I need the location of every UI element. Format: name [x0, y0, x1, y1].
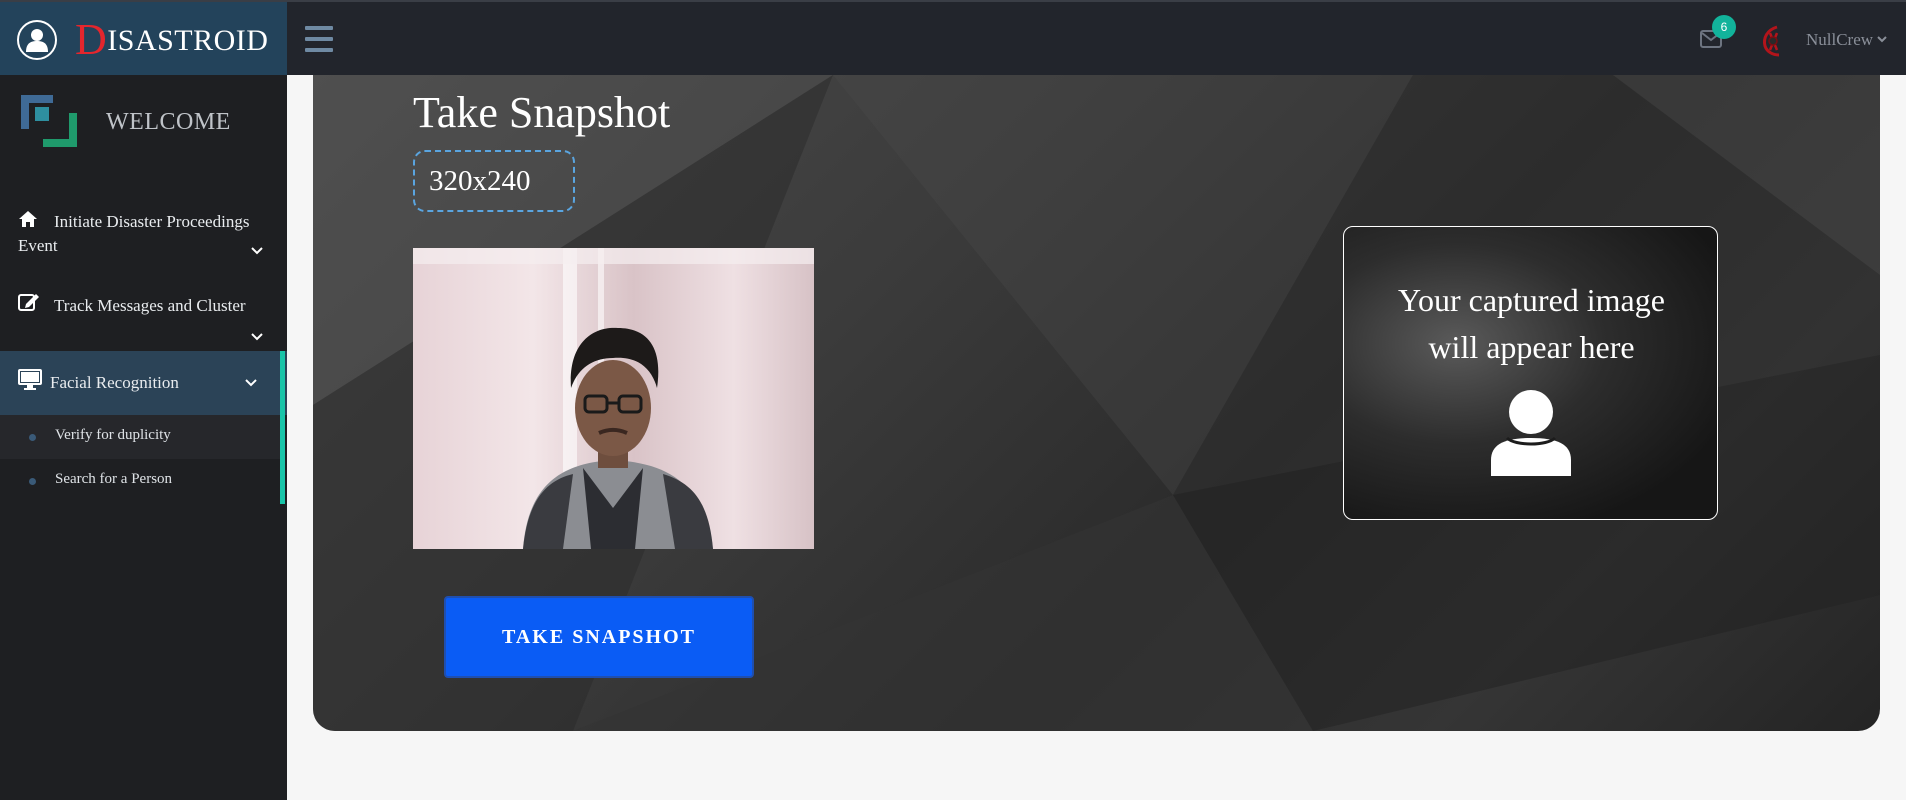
submenu: Verify for duplicity Search for a Person — [0, 415, 280, 504]
welcome-panel: WELCOME — [0, 75, 287, 175]
chevron-down-icon — [251, 247, 263, 255]
brand-first-letter: D — [75, 15, 108, 64]
brand-logo-text: DISASTROID — [75, 14, 268, 65]
snapshot-card: Take Snapshot 320x240 TAKE SNAPSHOT Your… — [313, 75, 1880, 731]
main-content: Take Snapshot 320x240 TAKE SNAPSHOT Your… — [287, 75, 1906, 800]
camera-feed — [413, 248, 814, 549]
user-logo-icon[interactable] — [1757, 24, 1789, 58]
sidebar-item-label: Initiate Disaster Proceedings Event — [18, 212, 250, 255]
captured-image-placeholder: Your captured image will appear here — [1343, 226, 1718, 520]
placeholder-line-2: will appear here — [1428, 329, 1635, 365]
submenu-item-label: Search for a Person — [55, 471, 173, 487]
placeholder-line-1: Your captured image — [1398, 282, 1665, 318]
welcome-logo-icon — [21, 95, 77, 147]
webcam-image — [413, 248, 814, 549]
submenu-item-label: Verify for duplicity — [55, 427, 171, 443]
chevron-down-icon — [245, 379, 257, 387]
sidebar-item-track-messages[interactable]: Track Messages and Cluster — [0, 290, 287, 350]
submenu-item-verify-duplicity[interactable]: Verify for duplicity — [0, 415, 280, 459]
bullet-icon — [29, 434, 36, 441]
sidebar-item-initiate-disaster[interactable]: Initiate Disaster Proceedings Event — [0, 205, 287, 265]
resolution-label: 320x240 — [413, 150, 575, 212]
submenu-item-search-person[interactable]: Search for a Person — [0, 459, 280, 503]
active-accent-bar — [280, 351, 285, 504]
bullet-icon — [29, 478, 36, 485]
page-title: Take Snapshot — [413, 88, 671, 137]
take-snapshot-button[interactable]: TAKE SNAPSHOT — [444, 596, 754, 678]
brand[interactable]: DISASTROID — [0, 2, 287, 77]
user-circle-icon — [17, 19, 57, 60]
hamburger-icon[interactable] — [305, 26, 333, 52]
chevron-down-icon[interactable] — [1877, 34, 1887, 44]
sidebar: WELCOME Initiate Disaster Proceedings Ev… — [0, 75, 287, 800]
sidebar-item-label: Facial Recognition — [50, 373, 179, 392]
welcome-text: WELCOME — [106, 109, 231, 135]
sidebar-item-facial-recognition[interactable]: Facial Recognition — [0, 351, 287, 415]
chevron-down-icon — [251, 333, 263, 341]
brand-rest: ISASTROID — [107, 24, 269, 57]
user-name[interactable]: NullCrew — [1806, 30, 1873, 50]
sidebar-item-label: Track Messages and Cluster — [54, 296, 246, 315]
notification-badge[interactable]: 6 — [1712, 15, 1736, 39]
top-navbar: DISASTROID 6 NullCrew — [0, 0, 1906, 77]
placeholder-text: Your captured image will appear here — [1344, 277, 1717, 371]
user-icon — [1491, 390, 1571, 476]
